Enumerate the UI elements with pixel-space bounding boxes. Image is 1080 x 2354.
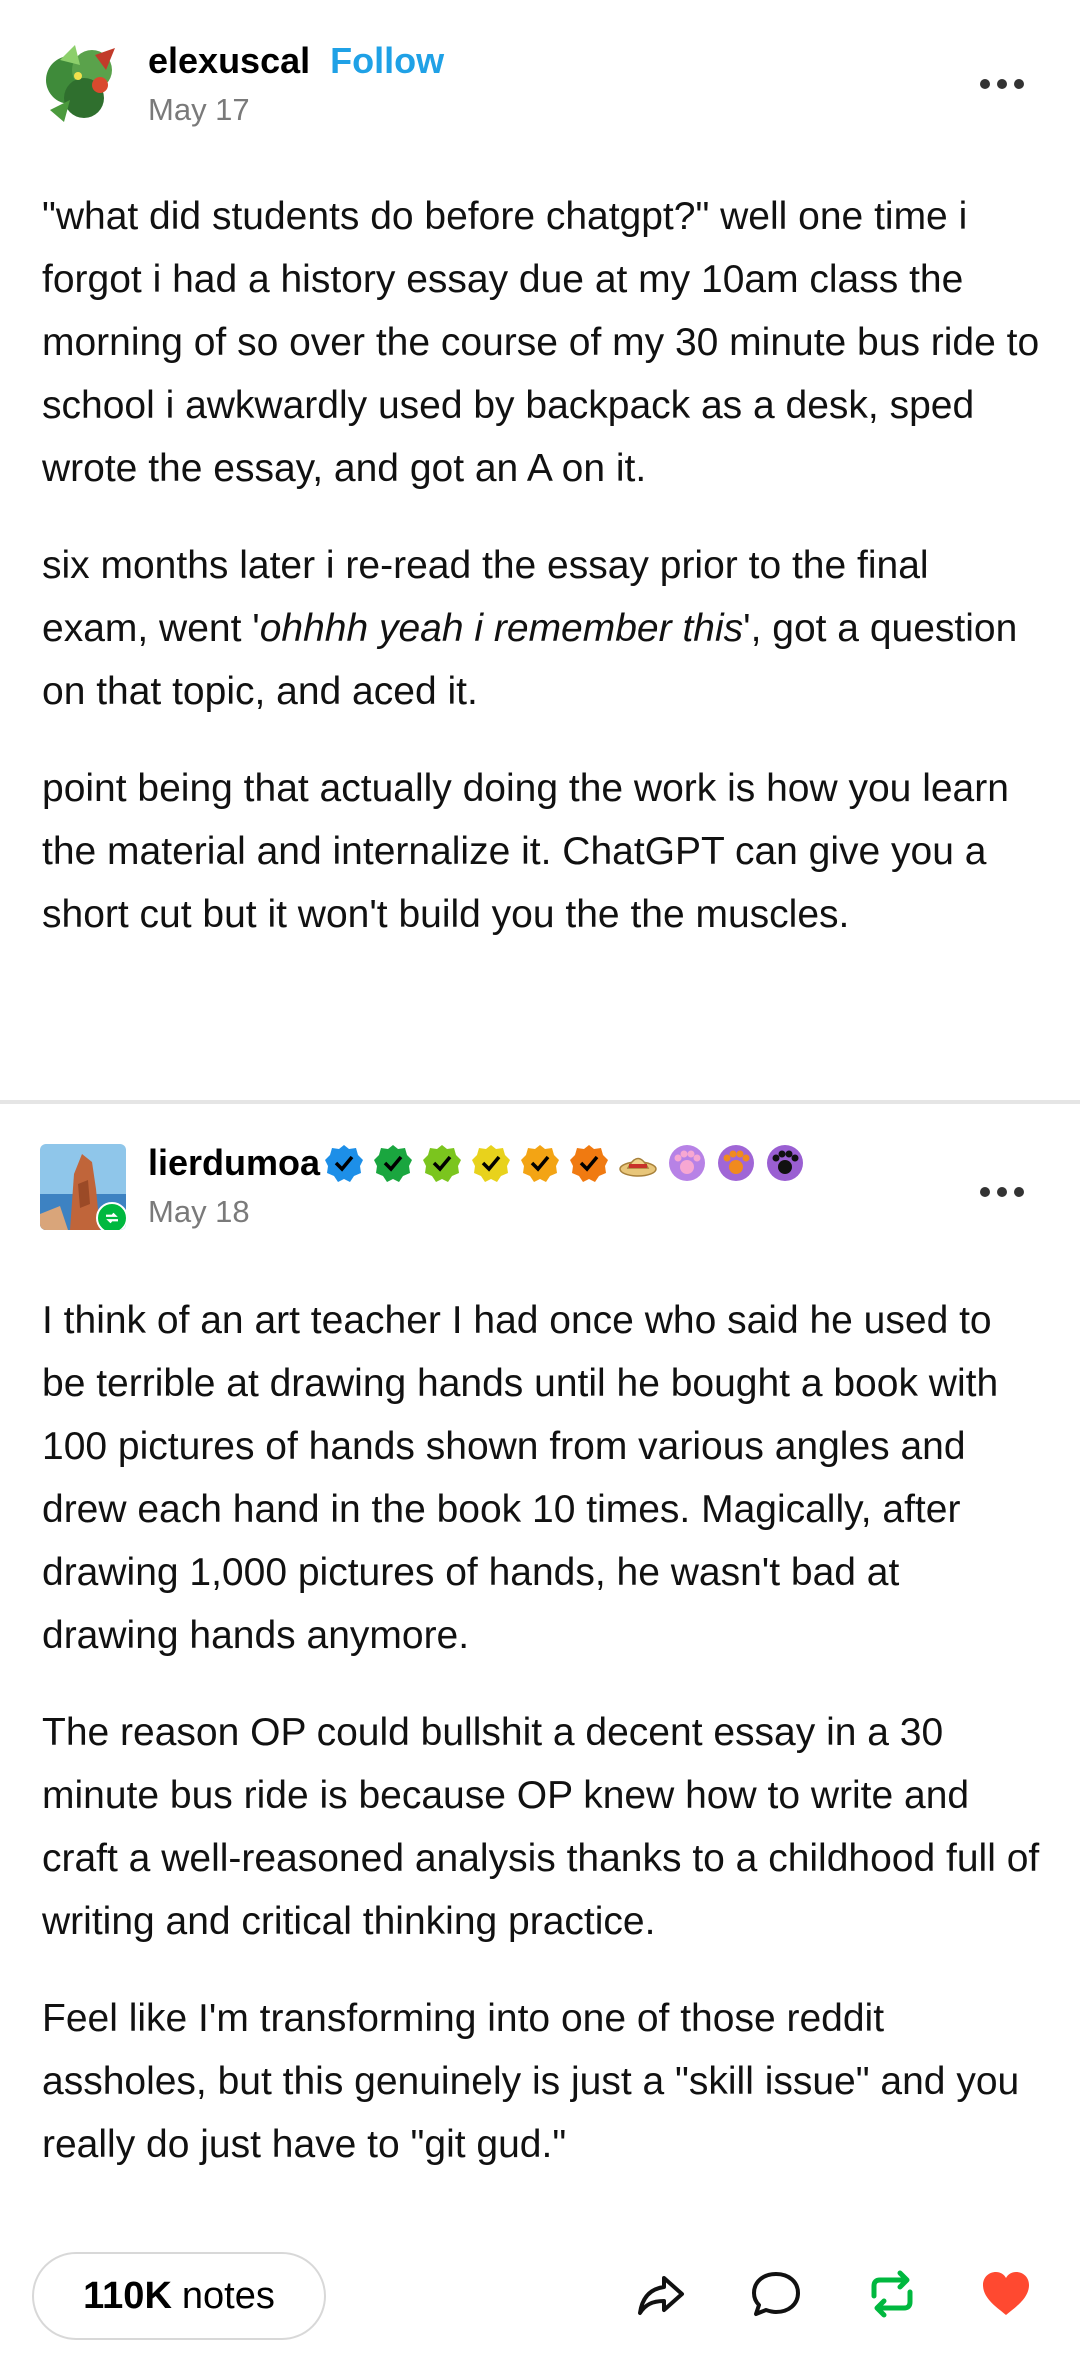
dot-icon (997, 79, 1007, 89)
share-button[interactable] (634, 2266, 690, 2322)
post-date[interactable]: May 18 (148, 1194, 250, 1230)
avatar[interactable] (40, 1144, 126, 1230)
post-body: I think of an art teacher I had once who… (42, 1289, 1042, 2210)
badge-row (324, 1143, 805, 1183)
notes-label: notes (181, 2274, 275, 2317)
verified-badge-icon[interactable] (422, 1143, 462, 1183)
paragraph: point being that actually doing the work… (42, 767, 1009, 936)
like-button[interactable] (978, 2266, 1034, 2322)
post-body: "what did students do before chatgpt?" w… (42, 185, 1042, 980)
dot-icon (980, 1187, 990, 1197)
paragraph: six months later i re-read the essay pri… (42, 534, 1042, 723)
verified-badge-icon[interactable] (569, 1143, 609, 1183)
username[interactable]: lierdumoa (148, 1142, 320, 1184)
dot-icon (980, 79, 990, 89)
post-elexuscal: elexuscal Follow May 17 "what did studen… (0, 0, 1080, 1102)
reblog-icon (871, 2270, 913, 2318)
post-header: lierdumoa (148, 1142, 805, 1184)
avatar[interactable] (40, 40, 126, 126)
verified-badge-icon[interactable] (520, 1143, 560, 1183)
straw-hat-badge-icon[interactable] (618, 1143, 658, 1183)
reply-button[interactable] (748, 2266, 804, 2322)
share-icon (638, 2276, 684, 2315)
paragraph: "what did students do before chatgpt?" w… (42, 195, 1040, 490)
verified-badge-icon[interactable] (373, 1143, 413, 1183)
post-date[interactable]: May 17 (148, 92, 250, 128)
paragraph: Feel like I'm transforming into one of t… (42, 1997, 1020, 2166)
notes-button[interactable]: 110K notes (32, 2252, 326, 2340)
paw-badge-icon[interactable] (765, 1143, 805, 1183)
paragraph: I think of an art teacher I had once who… (42, 1299, 999, 1657)
verified-badge-icon[interactable] (324, 1143, 364, 1183)
dot-icon (1014, 1187, 1024, 1197)
more-options-button[interactable] (980, 1182, 1030, 1202)
post-lierdumoa: lierdumoa May 18 I think of an art teach… (0, 1106, 1080, 2354)
reblog-divider (0, 1100, 1080, 1104)
italic-quote: ohhhh yeah i remember this (259, 607, 744, 650)
more-options-button[interactable] (980, 74, 1030, 94)
username[interactable]: elexuscal (148, 40, 310, 82)
paragraph: The reason OP could bullshit a decent es… (42, 1711, 1040, 1943)
follow-button[interactable]: Follow (330, 40, 444, 82)
reblog-button[interactable] (864, 2266, 920, 2322)
dot-icon (1014, 79, 1024, 89)
dot-icon (997, 1187, 1007, 1197)
paw-badge-icon[interactable] (667, 1143, 707, 1183)
paw-badge-icon[interactable] (716, 1143, 756, 1183)
comment-icon (752, 2272, 800, 2316)
heart-icon (983, 2272, 1029, 2315)
notes-count: 110K (83, 2274, 172, 2317)
reblog-icon (96, 1202, 126, 1230)
tumblr-post-thread: elexuscal Follow May 17 "what did studen… (0, 0, 1080, 2354)
verified-badge-icon[interactable] (471, 1143, 511, 1183)
post-header: elexuscal Follow (148, 40, 444, 82)
